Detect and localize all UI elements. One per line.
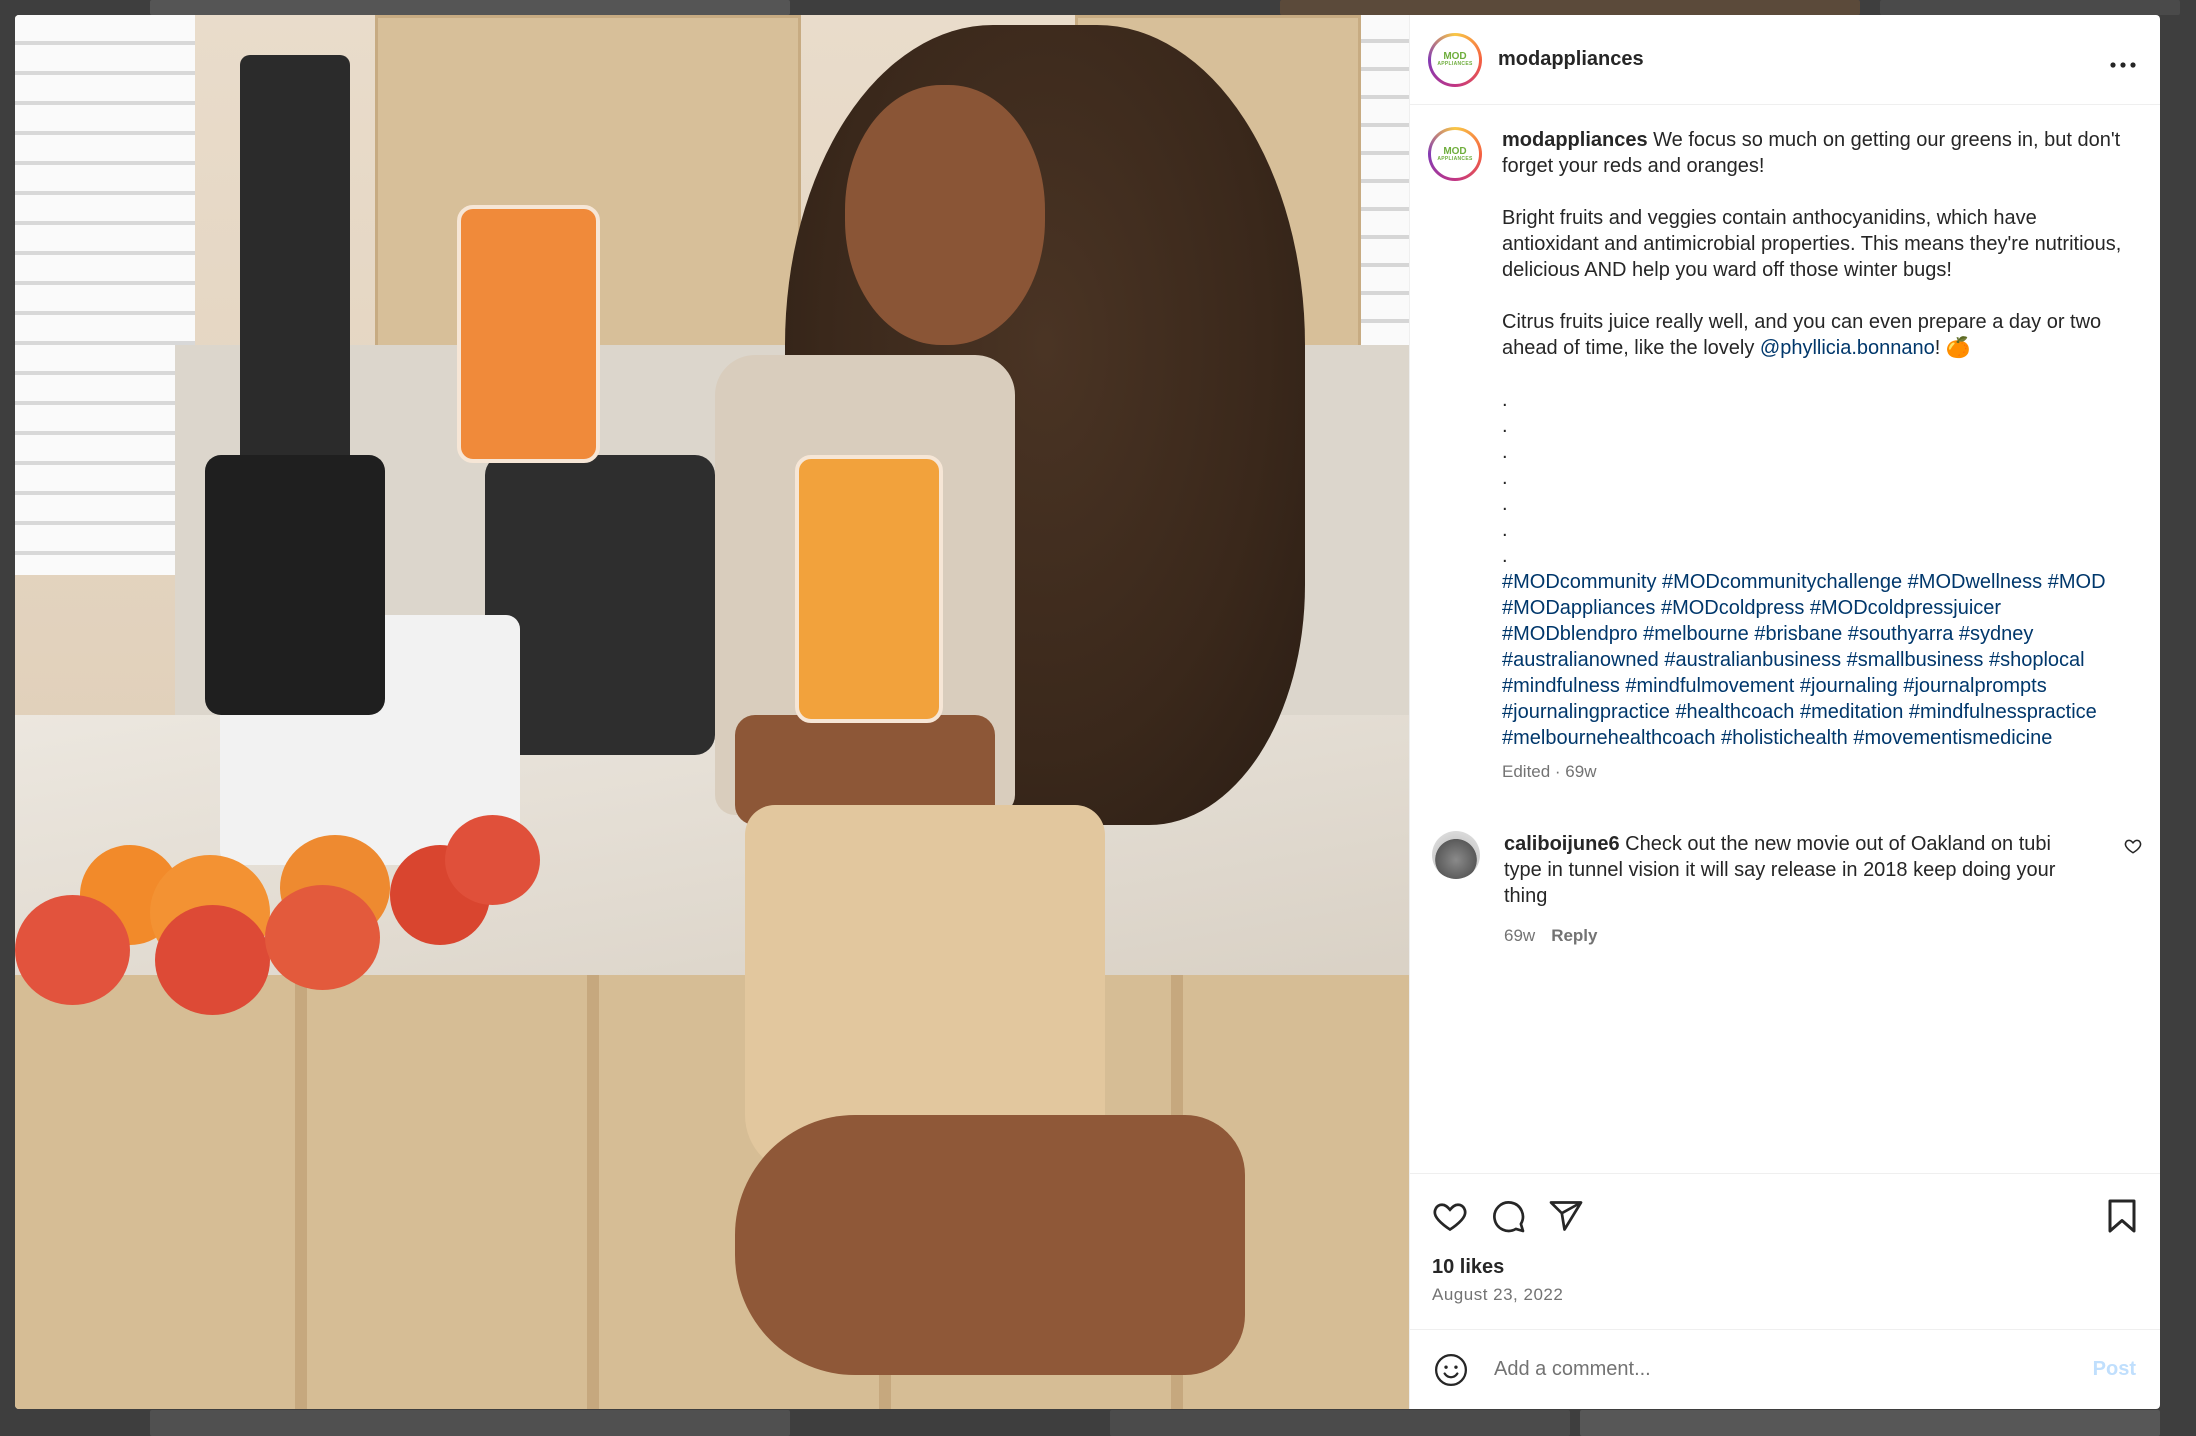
commenter-username[interactable]: caliboijune6	[1504, 833, 1620, 855]
apple	[15, 895, 130, 1005]
post-button[interactable]: Post	[2093, 1358, 2136, 1381]
action-icons	[1432, 1194, 2138, 1238]
caption-dot: .	[1502, 467, 1508, 489]
caption-dot: .	[1502, 415, 1508, 437]
post-header: MOD APPLIANCES modappliances	[1410, 15, 2160, 105]
post-photo	[15, 15, 1409, 1409]
caption: MOD APPLIANCES modappliances We focus so…	[1428, 127, 2142, 785]
window-blinds	[15, 15, 195, 575]
juicer-chute	[240, 55, 350, 475]
apple	[155, 905, 270, 1015]
comment-body: caliboijune6 Check out the new movie out…	[1504, 831, 2094, 949]
background-feed-tile	[1280, 0, 1860, 15]
juice-jar	[795, 455, 943, 723]
caption-username[interactable]: modappliances	[1502, 129, 1648, 151]
caption-line: Bright fruits and veggies contain anthoc…	[1502, 207, 2122, 281]
comment-age: 69w	[1504, 926, 1536, 945]
mention-link[interactable]: @phyllicia.bonnano	[1760, 337, 1935, 359]
background-feed-tile	[1580, 1410, 2160, 1436]
likes-count[interactable]: 10 likes	[1432, 1256, 2138, 1279]
emoji-icon[interactable]	[1434, 1353, 1468, 1387]
person-leg	[735, 1115, 1245, 1375]
person-face	[845, 85, 1045, 345]
caption-dot: .	[1502, 545, 1508, 567]
background-feed-tile	[1880, 0, 2180, 15]
juice-jar	[457, 205, 600, 463]
hashtags[interactable]: #MODcommunity #MODcommunitychallenge #MO…	[1502, 569, 2122, 751]
like-comment-heart-icon[interactable]	[2124, 837, 2142, 855]
caption-text: modappliances We focus so much on gettin…	[1502, 127, 2122, 785]
comment-input[interactable]	[1492, 1357, 2093, 1382]
post-actions: 10 likes August 23, 2022	[1410, 1173, 2160, 1329]
commenter-avatar[interactable]	[1432, 831, 1480, 879]
share-icon[interactable]	[1548, 1198, 1584, 1234]
comment: caliboijune6 Check out the new movie out…	[1428, 831, 2142, 949]
add-comment-bar: Post	[1410, 1329, 2160, 1409]
post-modal: MOD APPLIANCES modappliances MOD APPLIAN…	[15, 15, 2160, 1409]
post-side-panel: MOD APPLIANCES modappliances MOD APPLIAN…	[1409, 15, 2160, 1409]
caption-dot: .	[1502, 493, 1508, 515]
comment-meta: 69w Reply	[1504, 923, 2094, 949]
caption-dot: .	[1502, 441, 1508, 463]
more-horizontal-icon	[2110, 62, 2136, 68]
more-options-button[interactable]	[2110, 44, 2136, 75]
mod-logo: MOD APPLIANCES	[1431, 35, 1479, 84]
author-avatar[interactable]: MOD APPLIANCES	[1428, 32, 1482, 87]
caption-avatar[interactable]: MOD APPLIANCES	[1428, 127, 1482, 181]
caption-line: ! 🍊	[1934, 337, 1971, 359]
comments-area[interactable]: MOD APPLIANCES modappliances We focus so…	[1410, 105, 2160, 1173]
author-username[interactable]: modappliances	[1498, 48, 1644, 71]
heart-icon[interactable]	[1432, 1198, 1468, 1234]
comment-icon[interactable]	[1490, 1198, 1526, 1234]
mod-logo: MOD APPLIANCES	[1431, 130, 1479, 178]
bookmark-icon[interactable]	[2106, 1198, 2138, 1234]
caption-dot: .	[1502, 389, 1508, 411]
background-feed-tile	[150, 1410, 790, 1436]
post-date: August 23, 2022	[1432, 1285, 1564, 1304]
reply-button[interactable]: Reply	[1551, 926, 1597, 945]
juicer-body	[205, 455, 385, 715]
logo-subtext: APPLIANCES	[1437, 155, 1473, 162]
background-feed-tile	[150, 0, 790, 15]
background-feed-tile	[1110, 1410, 1570, 1436]
caption-dot: .	[1502, 519, 1508, 541]
apple	[445, 815, 540, 905]
logo-text: MOD	[1443, 145, 1467, 157]
caption-meta: Edited · 69w	[1502, 762, 1597, 781]
apple	[265, 885, 380, 990]
logo-subtext: APPLIANCES	[1437, 61, 1473, 67]
